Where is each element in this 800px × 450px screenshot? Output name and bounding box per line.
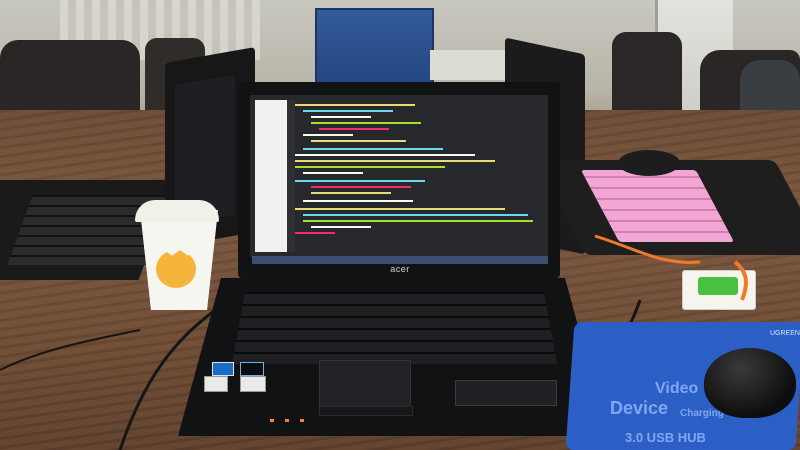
status-led <box>285 419 289 422</box>
acer-logo: acer <box>390 264 410 274</box>
status-led <box>270 419 274 422</box>
orange-cable-loop <box>733 260 748 301</box>
laptop-keyboard <box>232 292 557 364</box>
mousepad-text: Device <box>610 398 669 418</box>
spec-sticker-1 <box>204 376 228 392</box>
laptop-touchpad <box>319 360 411 408</box>
table-cable <box>0 329 141 371</box>
palmrest-sticker <box>455 380 557 406</box>
computer-mouse <box>704 348 796 418</box>
windows-taskbar <box>252 256 548 264</box>
windows-sticker <box>240 362 264 376</box>
mousepad-brand: UGREEN <box>770 330 800 337</box>
code-line-group <box>295 104 533 234</box>
status-led <box>300 419 304 422</box>
cup-cartoon-face <box>156 250 196 288</box>
photo-scene: acer UGREEN Video Device Charging 3.0 US… <box>0 0 800 450</box>
paper-cup-lid <box>135 200 219 222</box>
spec-sticker-2 <box>240 376 266 392</box>
orange-cable <box>594 234 701 264</box>
mousepad-text: Video <box>655 380 699 397</box>
mousepad-text: 3.0 USB HUB <box>625 430 706 445</box>
intel-sticker <box>212 362 234 376</box>
touchpad-buttons <box>319 406 413 416</box>
code-lines <box>295 104 533 234</box>
editor-sidebar <box>255 100 287 252</box>
editor-line-numbers <box>287 100 295 252</box>
